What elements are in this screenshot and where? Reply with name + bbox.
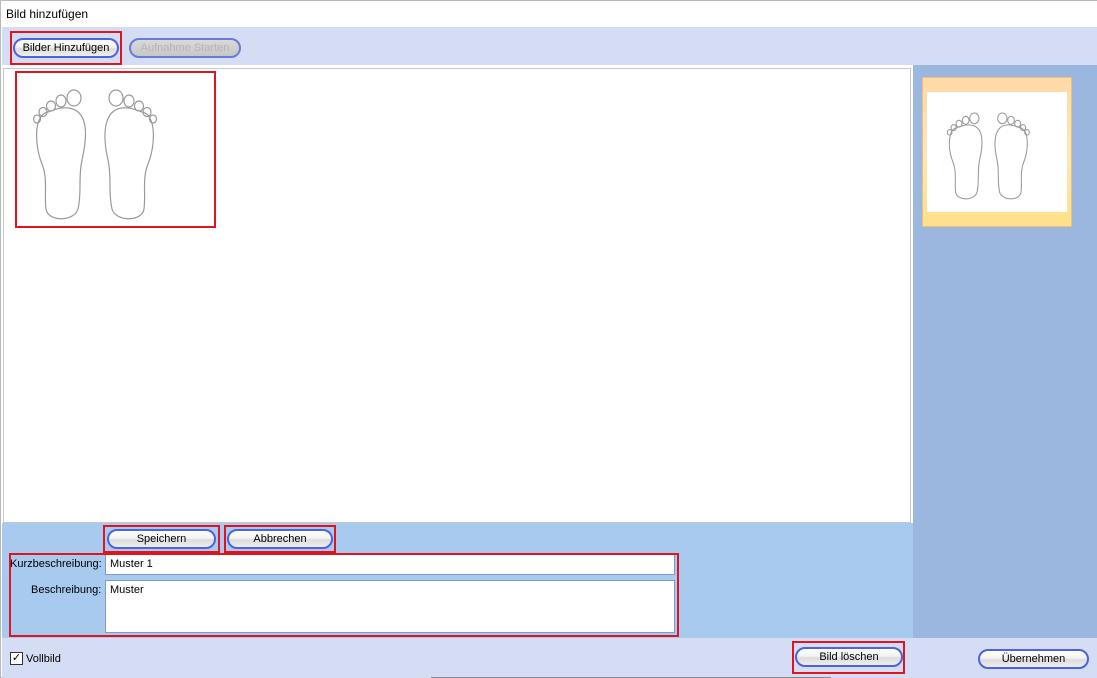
short-description-input[interactable]: Muster 1 [105,554,675,575]
thumb-left-toe-2 [961,115,970,125]
thumb-left-foot [948,124,983,200]
save-button[interactable]: Speichern [107,529,216,549]
description-textarea[interactable]: Muster [105,580,675,633]
thumb-right-toe-2 [1007,115,1015,125]
footprints-icon[interactable] [18,74,198,226]
thumb-right-foot [994,124,1028,200]
window-title: Bild hinzufügen [6,7,89,21]
delete-image-button[interactable]: Bild löschen [795,647,903,667]
footprints-icon [946,112,1030,200]
thumbnail-item[interactable] [922,77,1072,227]
add-images-button[interactable]: Bilder Hinzufügen [13,38,119,58]
cancel-button[interactable]: Abbrechen [227,529,333,549]
fullscreen-label: Vollbild [26,653,61,665]
check-icon: ✓ [11,652,22,664]
description-label: Beschreibung: [31,584,102,596]
image-canvas[interactable] [3,68,911,523]
thumb-left-toe-3 [955,119,963,128]
thumb-left-toe-1 [969,112,980,125]
footer-bar [2,638,1097,678]
dialog-window: Bild hinzufügen Bilder Hinzufügen Aufnah… [0,0,1097,678]
apply-button[interactable]: Übernehmen [978,649,1089,669]
title-bar: Bild hinzufügen [1,1,1097,27]
thumb-right-toe-3 [1014,119,1022,128]
short-description-label: Kurzbeschreibung: [10,558,102,570]
start-capture-button[interactable]: Aufnahme Starten [129,38,241,58]
fullscreen-checkbox[interactable]: ✓ [10,652,23,665]
thumbnail-panel [913,65,1097,638]
thumbnail-image-frame [927,92,1067,212]
thumb-right-toe-1 [997,112,1008,125]
